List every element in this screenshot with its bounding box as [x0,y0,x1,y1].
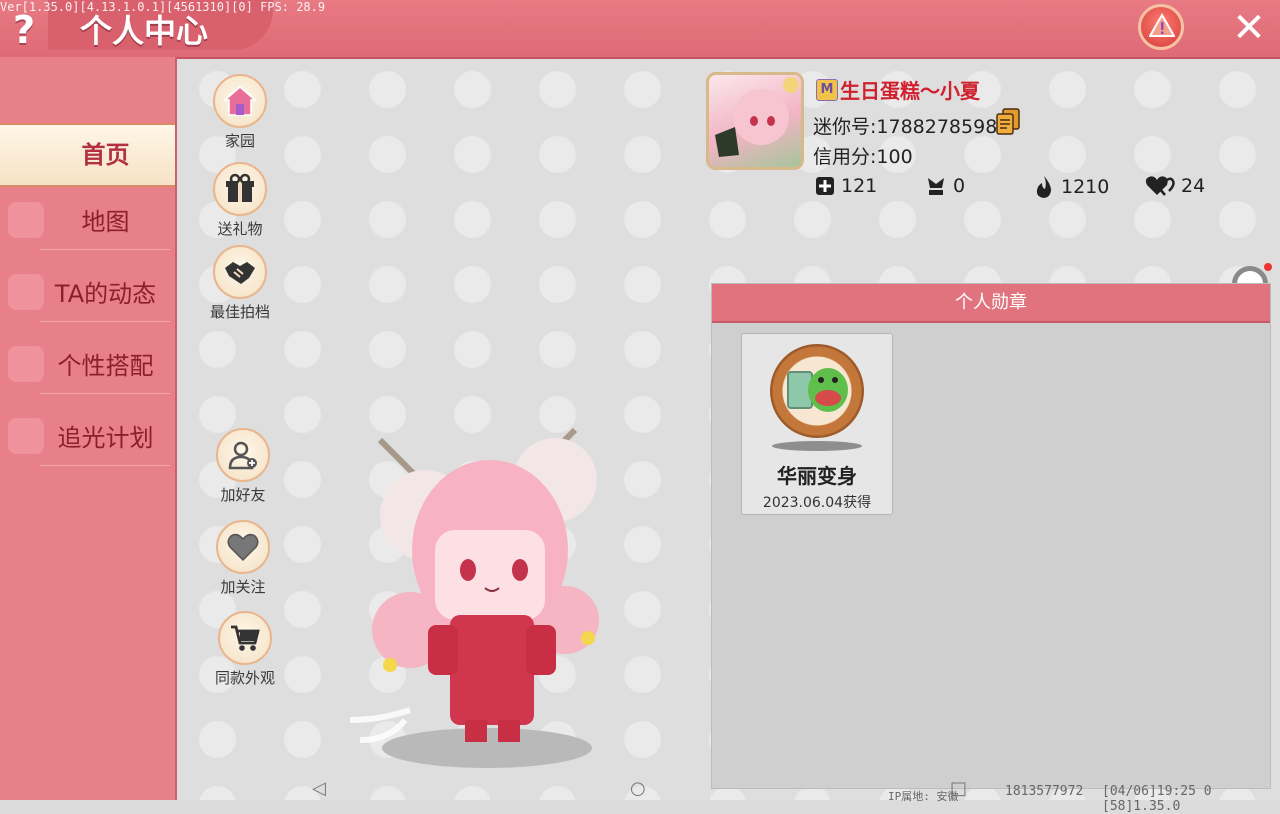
sidebar-item-label: TA的动态 [54,280,157,308]
home-icon [213,74,267,128]
copy-icon [996,108,1020,135]
home-button[interactable]: 家园 [205,74,275,151]
gift-icon [213,162,267,216]
sidebar-item-chase-light[interactable]: 追光计划 [0,408,175,468]
trophy-icon [928,178,944,195]
divider [40,321,170,322]
report-warning-button[interactable] [1138,4,1184,50]
sidebar-item-label: 首页 [81,141,130,169]
gift-label: 送礼物 [217,220,263,238]
send-gift-button[interactable]: 送礼物 [205,162,275,239]
divider [40,393,170,394]
avatar[interactable] [706,72,804,170]
add-friend-button[interactable]: 加好友 [208,428,278,505]
sidebar-item-home[interactable]: 首页 [0,123,175,187]
nav-back-icon[interactable]: ◁ [312,778,326,799]
mini-id: 迷你号:1788278598 [813,116,998,138]
sidebar-item-outfit[interactable]: 个性搭配 [0,336,175,396]
ip-location: IP属地: 安徽 [888,790,959,803]
vip-badge-icon: M [816,79,838,101]
badge-card[interactable]: 华丽变身 2023.06.04获得 [741,333,893,515]
sidebar-item-map[interactable]: 地图 [0,192,175,252]
sidebar-item-label: 追光计划 [57,424,154,452]
double-heart-icon [1145,176,1175,196]
badge-panel-title: 个人勋章 [712,284,1270,323]
partner-label: 最佳拍档 [209,303,270,321]
debug-info: Ver[1.35.0][4.13.1.0.1][4561310][0] FPS:… [0,0,326,14]
divider [40,465,170,466]
sidebar-item-label: 个性搭配 [57,352,154,380]
stat-trophy: 0 [925,175,965,197]
stat-fire-value: 1210 [1061,176,1110,198]
badge-date: 2023.06.04获得 [762,495,872,511]
warning-icon [1149,13,1175,37]
dinosaur-medal-icon [770,344,864,438]
heart-icon [216,520,270,574]
plus-square-icon [816,177,834,195]
nav-home-icon[interactable]: ○ [630,778,646,799]
user-uid: 1813577972 [1005,784,1084,799]
stat-hearts-value: 24 [1181,175,1206,197]
copy-id-button[interactable] [995,108,1021,136]
character-model[interactable] [349,420,630,780]
fire-icon [1036,176,1051,198]
stat-trophy-value: 0 [953,175,966,197]
divider [40,249,170,250]
badge-name: 华丽变身 [777,464,857,488]
sidebar: 首页 地图 TA的动态 个性搭配 追光计划 [0,57,177,800]
top-bar: ? 个人中心 Ver[1.35.0][4.13.1.0.1][4561310][… [0,0,1280,59]
notification-dot [1264,263,1272,271]
follow-button[interactable]: 加关注 [208,520,278,597]
badge-panel: 个人勋章 华丽变身 2023.06.04获得 [711,283,1271,789]
add-friend-icon [216,428,270,482]
close-button[interactable]: ✕ [1230,8,1268,48]
medal-shadow [772,441,862,451]
add-friend-label: 加好友 [220,486,266,504]
stat-plus-value: 121 [841,175,878,197]
same-outfit-button[interactable]: 同款外观 [210,611,280,688]
stat-hearts: 24 [1145,175,1205,197]
stat-plus: 121 [815,175,877,197]
stat-fire: 1210 [1033,175,1109,199]
help-button[interactable]: ? [6,8,42,52]
best-partner-button[interactable]: 最佳拍档 [205,245,275,322]
time-version: [04/06]19:25 0 [58]1.35.0 [1102,784,1212,814]
cart-icon [218,611,272,665]
credit-score: 信用分:100 [813,146,913,168]
sidebar-item-label: 地图 [81,208,130,236]
sidebar-item-activity[interactable]: TA的动态 [0,264,175,324]
follow-label: 加关注 [220,578,266,596]
nickname: 生日蛋糕～小夏 [840,79,980,103]
handshake-icon [213,245,267,299]
same-outfit-label: 同款外观 [214,669,275,687]
home-label: 家园 [224,132,255,150]
